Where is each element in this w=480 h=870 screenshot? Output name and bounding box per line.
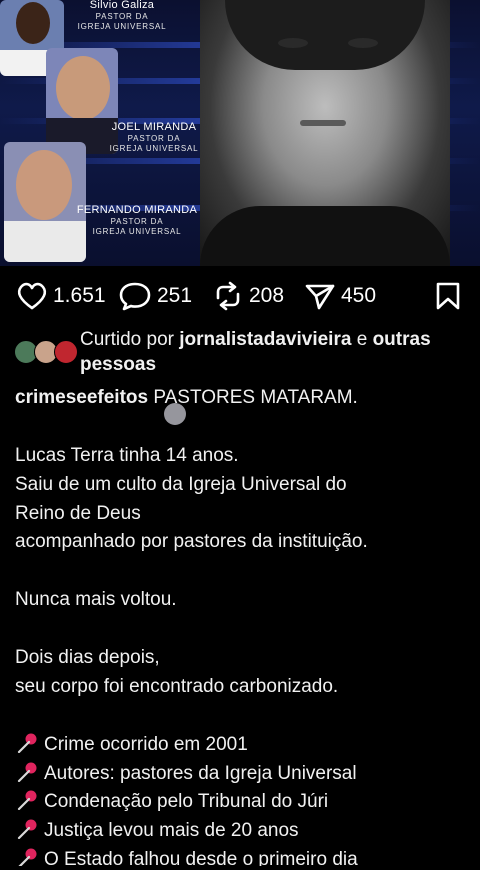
repost-icon	[212, 281, 244, 311]
caption-headline: PASTORES MATARAM.	[153, 387, 358, 408]
caption-line: acompanhado por pastores da instituição.	[15, 531, 368, 553]
liked-by-conjunction: e	[356, 329, 368, 350]
avatar	[54, 340, 78, 364]
pushpin-icon	[15, 733, 39, 753]
person-photo-3	[4, 142, 86, 262]
caption-line: Saiu de um culto da Igreja Universal do	[15, 473, 347, 495]
person-role-3b: IGREJA UNIVERSAL	[92, 227, 182, 236]
person-role-2a: PASTOR DA	[127, 134, 181, 143]
repost-button[interactable]: 208	[212, 276, 284, 316]
caption-line: Dois dias depois,	[15, 647, 160, 669]
bookmark-button[interactable]	[434, 276, 462, 316]
caption-bullet: Justiça levou mais de 20 anos	[15, 817, 470, 846]
person-name-3: FERNANDO MIRANDA	[76, 204, 198, 216]
bullet-text: Condenação pelo Tribunal do Júri	[44, 791, 329, 813]
caption-bullet: Autores: pastores da Igreja Universal	[15, 760, 470, 789]
caption-bullet: Condenação pelo Tribunal do Júri	[15, 788, 470, 817]
author-handle[interactable]: crimeseefeitos	[15, 387, 148, 408]
person-role-1a: PASTOR DA	[95, 12, 149, 21]
person-name-1: Silvio Galiza	[89, 0, 155, 11]
caption-line: Reino de Deus	[15, 502, 141, 524]
like-count: 1.651	[53, 284, 106, 307]
liked-by-text: Curtido por jornalistadavivieira e outra…	[80, 327, 470, 377]
caption-bullet: Crime ocorrido em 2001	[15, 731, 470, 760]
repost-count: 208	[249, 284, 285, 307]
comment-count: 251	[157, 284, 193, 307]
person-caption-1: Silvio Galiza PASTOR DA IGREJA UNIVERSAL	[62, 0, 182, 31]
liked-by-prefix: Curtido por	[80, 329, 174, 350]
caption-line: Nunca mais voltou.	[15, 589, 177, 611]
heart-icon	[16, 281, 48, 311]
person-role-1b: IGREJA UNIVERSAL	[77, 22, 167, 31]
liker-avatars	[14, 340, 78, 364]
post-actions: 1.651 251 208 450	[0, 276, 480, 316]
pushpin-icon	[15, 819, 39, 840]
post-image[interactable]: Silvio Galiza PASTOR DA IGREJA UNIVERSAL…	[0, 0, 480, 266]
comment-icon	[118, 281, 152, 311]
pushpin-icon	[15, 762, 39, 782]
bullet-text: Crime ocorrido em 2001	[44, 733, 248, 755]
pushpin-icon	[15, 848, 39, 867]
bullet-text: Justiça levou mais de 20 anos	[44, 820, 299, 842]
caption-bullet: O Estado falhou desde o primeiro dia	[15, 846, 470, 867]
person-caption-2: JOEL MIRANDA PASTOR DA IGREJA UNIVERSAL	[104, 122, 204, 153]
caption-line: seu corpo foi encontrado carbonizado.	[15, 675, 339, 697]
bullet-text: O Estado falhou desde o primeiro dia	[44, 849, 358, 867]
send-icon	[304, 281, 336, 311]
person-caption-3: FERNANDO MIRANDA PASTOR DA IGREJA UNIVER…	[70, 205, 204, 236]
post-caption: crimeseefeitos PASTORES MATARAM. Lucas T…	[15, 384, 470, 867]
touch-indicator	[164, 403, 186, 425]
bullet-text: Autores: pastores da Igreja Universal	[44, 762, 357, 784]
person-role-3a: PASTOR DA	[110, 217, 164, 226]
bookmark-icon	[434, 281, 462, 311]
main-portrait	[200, 0, 450, 266]
share-button[interactable]: 450	[304, 276, 376, 316]
share-count: 450	[341, 284, 377, 307]
caption-line: Lucas Terra tinha 14 anos.	[15, 444, 239, 466]
liked-by-user[interactable]: jornalistadavivieira	[179, 329, 351, 350]
person-role-2b: IGREJA UNIVERSAL	[109, 144, 199, 153]
pushpin-icon	[15, 790, 39, 811]
comment-button[interactable]: 251	[118, 276, 192, 316]
like-button[interactable]: 1.651	[16, 276, 106, 316]
person-name-2: JOEL MIRANDA	[111, 121, 197, 133]
